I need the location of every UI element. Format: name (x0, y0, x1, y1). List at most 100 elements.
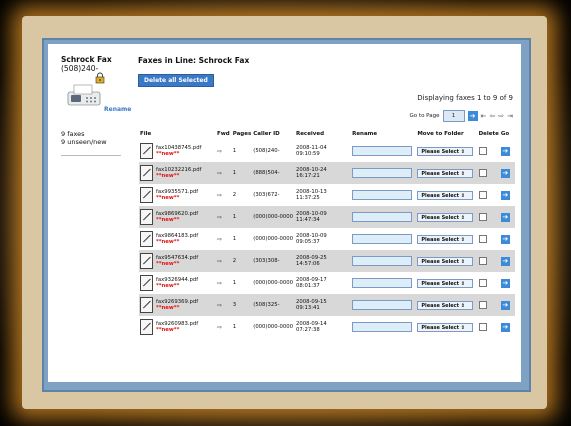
pdf-document-icon[interactable] (140, 143, 153, 159)
delete-checkbox[interactable] (478, 235, 487, 243)
file-cell: fax9269369.pdf **new** (139, 294, 216, 316)
move-folder-select[interactable]: Please Select ⇕ (417, 234, 474, 244)
file-link[interactable]: fax10232216.pdf **new** (140, 165, 215, 181)
forward-icon[interactable]: ⇨ (217, 148, 222, 155)
first-page-icon[interactable]: ⇤ (481, 112, 487, 120)
move-folder-select[interactable]: Please Select ⇕ (417, 300, 474, 310)
file-link[interactable]: fax9864183.pdf **new** (140, 231, 215, 247)
forward-icon[interactable]: ⇨ (217, 324, 222, 331)
prev-page-icon[interactable]: ⇦ (489, 112, 495, 120)
file-link[interactable]: fax10438745.pdf **new** (140, 143, 215, 159)
rename-link[interactable]: Rename (104, 106, 131, 113)
rename-cell (351, 206, 417, 228)
pdf-document-icon[interactable] (140, 209, 153, 225)
file-link[interactable]: fax9935571.pdf **new** (140, 187, 215, 203)
rename-input[interactable] (352, 190, 413, 200)
delete-checkbox[interactable] (478, 257, 487, 265)
forward-icon[interactable]: ⇨ (217, 258, 222, 265)
displaying-count: Displaying faxes 1 to 9 of 9 (417, 94, 513, 102)
delete-checkbox[interactable] (478, 323, 487, 331)
delete-checkbox[interactable] (478, 301, 487, 309)
last-page-icon[interactable]: ⇥ (507, 112, 513, 120)
delete-checkbox[interactable] (478, 191, 487, 199)
forward-icon[interactable]: ⇨ (217, 236, 222, 243)
page-title: Faxes in Line: Schrock Fax (138, 56, 250, 65)
go-arrow-icon[interactable]: ➔ (500, 322, 510, 332)
rename-input[interactable] (352, 234, 413, 244)
file-info: fax9326944.pdf **new** (156, 277, 198, 289)
folder-cell: Please Select ⇕ (416, 250, 478, 272)
table-row: fax9269369.pdf **new** ⇨ 3 (508)325- 200… (139, 294, 515, 316)
unseen-count: 9 unseen/new (61, 138, 107, 146)
move-folder-select[interactable]: Please Select ⇕ (417, 168, 474, 178)
next-page-icon[interactable]: ⇨ (498, 112, 504, 120)
file-link[interactable]: fax9260983.pdf **new** (140, 319, 215, 335)
file-cell: fax10232216.pdf **new** (139, 162, 216, 184)
file-cell: fax9935571.pdf **new** (139, 184, 216, 206)
received-cell: 2008-10-09 11:47:34 (294, 206, 352, 228)
move-folder-select[interactable]: Please Select ⇕ (417, 212, 474, 222)
delete-checkbox[interactable] (478, 213, 487, 221)
pages-cell: 1 (232, 148, 237, 154)
move-folder-select[interactable]: Please Select ⇕ (417, 322, 474, 332)
forward-icon[interactable]: ⇨ (217, 214, 222, 221)
delete-cell (477, 206, 500, 228)
rename-input[interactable] (352, 212, 413, 222)
rename-input[interactable] (352, 322, 413, 332)
go-arrow-icon[interactable]: ➔ (467, 111, 478, 121)
go-arrow-icon[interactable]: ➔ (500, 168, 510, 178)
go-arrow-icon[interactable]: ➔ (500, 278, 510, 288)
move-folder-select[interactable]: Please Select ⇕ (417, 256, 474, 266)
delete-checkbox[interactable] (478, 279, 487, 287)
new-tag: **new** (156, 173, 180, 179)
pdf-document-icon[interactable] (140, 275, 153, 291)
forward-icon[interactable]: ⇨ (217, 280, 222, 287)
forward-icon[interactable]: ⇨ (217, 170, 222, 177)
go-arrow-icon[interactable]: ➔ (500, 300, 510, 310)
go-cell: ➔ (499, 206, 515, 228)
move-folder-select[interactable]: Please Select ⇕ (417, 278, 474, 288)
pagination: Go to Page 1 ➔ ⇤ ⇦ ⇨ ⇥ (410, 110, 513, 122)
rename-cell (351, 162, 417, 184)
file-info: fax9869620.pdf **new** (156, 211, 198, 223)
move-folder-select[interactable]: Please Select ⇕ (417, 146, 474, 156)
folder-cell: Please Select ⇕ (416, 162, 478, 184)
forward-icon[interactable]: ⇨ (217, 302, 222, 309)
caller-id-cell: (000)000-0000 (253, 236, 293, 242)
go-arrow-icon[interactable]: ➔ (500, 190, 510, 200)
go-arrow-icon[interactable]: ➔ (500, 256, 510, 266)
col-caller: Caller ID (253, 131, 280, 137)
go-cell: ➔ (500, 140, 515, 162)
rename-cell (351, 316, 416, 338)
delete-checkbox[interactable] (478, 169, 487, 177)
folder-select-label: Please Select (421, 192, 460, 199)
file-link[interactable]: fax9269369.pdf **new** (140, 297, 215, 313)
file-link[interactable]: fax9869620.pdf **new** (140, 209, 215, 225)
file-link[interactable]: fax9547634.pdf **new** (140, 253, 215, 269)
forward-icon[interactable]: ⇨ (217, 192, 222, 199)
go-arrow-icon[interactable]: ➔ (500, 234, 510, 244)
rename-input[interactable] (352, 256, 413, 266)
delete-all-button[interactable]: Delete all Selected (138, 74, 214, 87)
file-info: fax9269369.pdf **new** (156, 299, 198, 311)
table-row: fax10232216.pdf **new** ⇨ 1 (888)504- 20… (139, 162, 515, 184)
pdf-document-icon[interactable] (140, 319, 153, 335)
go-arrow-icon[interactable]: ➔ (500, 212, 510, 222)
file-link[interactable]: fax9326944.pdf **new** (140, 275, 215, 291)
pdf-document-icon[interactable] (140, 297, 153, 313)
fwd-cell: ⇨ (215, 294, 232, 316)
col-pages: Pages (232, 131, 252, 137)
pdf-document-icon[interactable] (140, 253, 153, 269)
rename-input[interactable] (352, 300, 413, 310)
pdf-document-icon[interactable] (140, 187, 153, 203)
pdf-document-icon[interactable] (140, 231, 153, 247)
pdf-document-icon[interactable] (140, 165, 153, 181)
go-arrow-icon[interactable]: ➔ (500, 146, 510, 156)
file-info: fax9547634.pdf **new** (156, 255, 198, 267)
rename-input[interactable] (352, 168, 413, 178)
rename-input[interactable] (352, 278, 413, 288)
move-folder-select[interactable]: Please Select ⇕ (417, 190, 474, 200)
rename-input[interactable] (352, 146, 413, 156)
page-select[interactable]: 1 (442, 110, 465, 122)
delete-checkbox[interactable] (478, 147, 487, 155)
